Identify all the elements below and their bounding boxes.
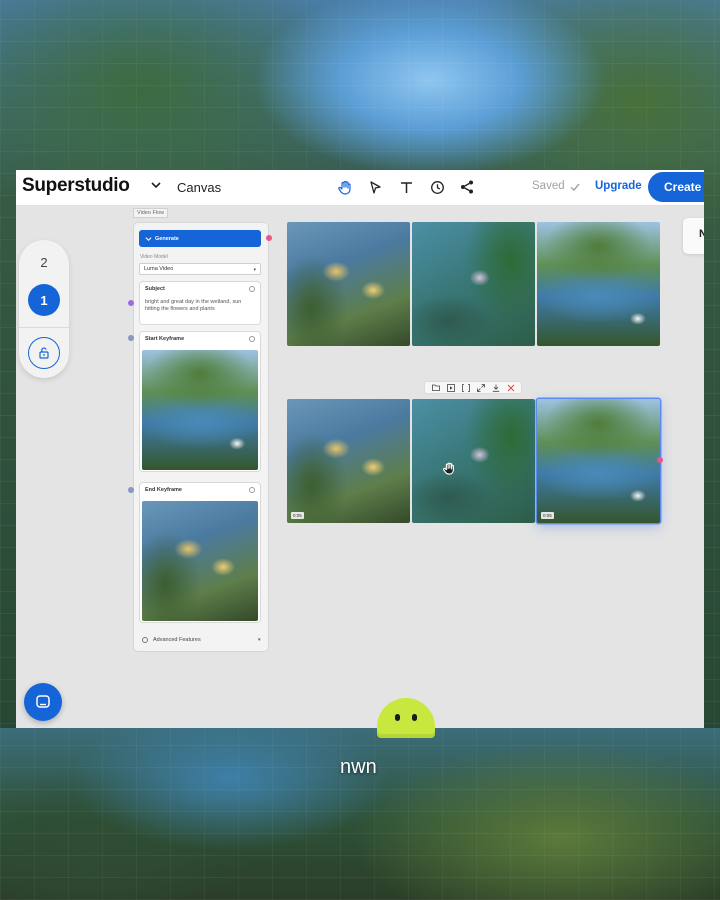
end-keyframe-card[interactable]: End Keyframe [139,482,261,623]
generate-label: Generate [155,235,179,242]
output-image[interactable] [287,222,410,346]
chevron-down-icon[interactable] [150,179,162,191]
output-image[interactable] [537,222,660,346]
output-video[interactable]: 0:05 [287,399,410,523]
chevron-down-icon[interactable]: ▾ [258,637,261,643]
node-toolbar [424,381,522,394]
duration-badge: 0:05 [291,512,304,519]
upgrade-link[interactable]: Upgrade [595,180,642,192]
subject-card[interactable]: Subject bright and great day in the wetl… [139,281,261,325]
subject-title: Subject [145,286,165,292]
chat-button[interactable] [24,683,62,721]
subject-input-port[interactable] [128,300,134,306]
start-keyframe-title: Start Keyframe [145,336,185,342]
play-icon[interactable] [446,383,455,392]
download-icon[interactable] [492,384,500,392]
start-keyframe-port[interactable] [128,335,134,341]
overlay-caption: nwn [340,756,377,778]
video-model-select[interactable]: Luma Video ▾ [139,263,261,275]
start-keyframe-card[interactable]: Start Keyframe [139,331,261,472]
close-icon[interactable] [507,384,515,392]
start-keyframe-image[interactable] [142,350,258,470]
page-2-button[interactable]: 2 [19,255,69,270]
pointer-icon[interactable] [366,178,384,196]
clock-icon[interactable] [428,178,446,196]
right-edge-tab[interactable]: N [683,218,704,254]
page-title[interactable]: Canvas [177,180,221,195]
end-keyframe-port[interactable] [128,487,134,493]
page-1-button[interactable]: 1 [28,284,60,316]
divider [19,327,69,328]
info-icon[interactable] [249,286,255,292]
unlock-icon [39,347,49,359]
settings-icon [142,637,148,643]
end-keyframe-title: End Keyframe [145,487,182,493]
chat-icon [36,695,50,708]
sparkle-icon [145,237,152,241]
output-port[interactable] [657,457,663,463]
output-video[interactable] [412,399,535,523]
advanced-features-toggle[interactable]: Advanced Features [142,637,201,643]
chevron-down-icon: ▾ [253,267,256,273]
hand-cursor-icon [443,462,454,475]
check-icon [570,183,580,191]
text-icon[interactable] [397,178,415,196]
output-video-selected[interactable]: 0:05 [537,399,660,523]
crop-icon[interactable] [461,383,470,392]
output-port[interactable] [266,235,272,241]
page-selector: 2 1 [19,240,69,378]
expand-icon[interactable] [476,383,485,392]
top-bar: Superstudio Canvas Saved Upgrade Create [16,170,704,206]
video-model-label: Video Model [140,254,168,260]
info-icon[interactable] [249,487,255,493]
share-icon[interactable] [458,178,476,196]
hand-icon[interactable] [336,178,354,196]
video-flow-panel[interactable]: Generate Video Model Luma Video ▾ Subjec… [133,222,269,652]
advanced-features-label: Advanced Features [153,637,201,643]
duration-badge: 0:05 [541,512,554,519]
output-image[interactable] [412,222,535,346]
subject-prompt[interactable]: bright and great day in the wetland, sun… [145,299,257,314]
create-button[interactable]: Create [648,172,704,202]
video-model-value: Luma Video [144,266,174,272]
brand-logo[interactable]: Superstudio [22,175,130,197]
mascot-eye [395,714,400,721]
generate-button[interactable]: Generate [139,230,261,247]
saved-status: Saved [532,180,565,192]
app-window: Superstudio Canvas Saved Upgrade Create … [16,170,704,728]
info-icon[interactable] [249,336,255,342]
video-flow-label: Video Flow [133,208,169,218]
unlock-button[interactable] [28,337,60,369]
end-keyframe-image[interactable] [142,501,258,621]
mascot-eye [412,714,417,721]
folder-icon[interactable] [431,384,440,392]
